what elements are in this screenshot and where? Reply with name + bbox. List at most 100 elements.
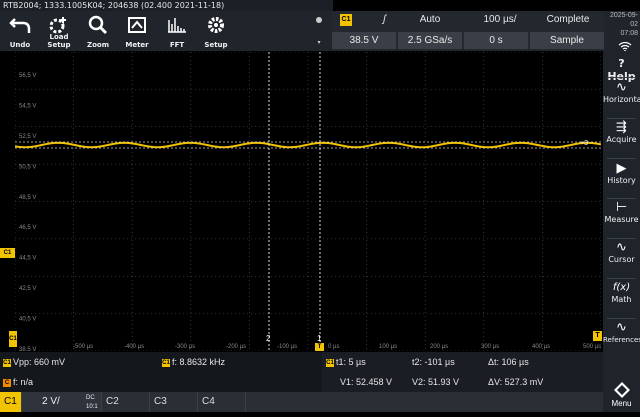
trigger-mode[interactable]: Auto [408, 11, 452, 28]
ch1-ground-marker[interactable]: C1 [0, 248, 15, 258]
cursor-readout[interactable]: C1 t1: 5 µs t2: -101 µs Δt: 106 µs V1: 52… [322, 352, 603, 392]
acquire-button[interactable]: ⇶ Acquire [603, 120, 640, 145]
y-axis-label: 54,5 V [19, 103, 36, 109]
cursor-button[interactable]: ∿ Cursor [603, 241, 640, 265]
references-button[interactable]: ∿ References [603, 320, 640, 345]
channel-c1-tab[interactable]: C1 [0, 392, 22, 412]
load-setup-button[interactable]: Load Setup [38, 11, 80, 51]
history-label: History [607, 176, 636, 185]
y-axis-label: 38,5 V [19, 347, 36, 351]
math-button[interactable]: f(x) Math [603, 281, 640, 304]
toolbar-scroll-indicator[interactable]: ▾ [315, 15, 323, 49]
trigger-panel[interactable]: C1 ʃ Auto 100 µs/ Complete 38.5 V 2.5 GS… [332, 11, 604, 51]
history-icon: ▶ [616, 161, 627, 176]
measure-label: Measure [604, 215, 639, 224]
cursor-dv: ΔV: 527.3 mV [488, 377, 544, 387]
cursor-label: Cursor [608, 255, 635, 264]
zoom-icon [88, 15, 108, 35]
y-axis-label: 48,5 V [19, 195, 36, 201]
menu-button[interactable]: Menu [603, 380, 640, 412]
meter-icon [128, 17, 146, 33]
x-axis-label: -200 µs [226, 344, 246, 350]
fft-button[interactable]: FFT [157, 11, 197, 51]
measure-icon: ⊢ [615, 200, 628, 215]
y-axis-label: 46,5 V [19, 225, 36, 231]
measurement-panel: C1 Vpp: 660 mV C1 f: 8.8632 kHz Cf: n/a C1… [0, 352, 603, 392]
math-label: Math [611, 295, 632, 304]
grid-svg: 56,5 V 54,5 V 52,5 V 50,5 V 48,5 V 46,5 V 44,5… [15, 52, 601, 351]
x-axis-label: 400 µs [532, 344, 550, 350]
trigger-source-badge[interactable]: C1 [340, 14, 352, 26]
title-bar: RTB2004; 1333.1005K04; 204638 (02.400 20… [0, 0, 333, 11]
trigger-position-marker[interactable]: T [315, 343, 324, 351]
time: 07:08 [620, 30, 638, 37]
horizontal-icon: ∿ [616, 80, 627, 95]
toolbar: Undo Load Setup Zoom Meter FFT Setup ▾ [0, 11, 332, 51]
load-setup-label: Load Setup [47, 33, 71, 49]
y-axis-label: 56,5 V [19, 73, 36, 79]
meter-button[interactable]: Meter [117, 11, 157, 51]
fft-icon [168, 18, 186, 33]
y-axis-label: 44,5 V [19, 256, 36, 262]
measurement-vpp[interactable]: C1 Vpp: 660 mV [3, 356, 65, 368]
cursor-t1: C1 t1: 5 µs [326, 357, 366, 367]
acquire-icon: ⇶ [616, 120, 627, 135]
ch-orange-chip-icon: C [3, 378, 11, 387]
ch1-level-marker[interactable]: C1 [9, 331, 17, 347]
x-axis-label: 300 µs [481, 344, 499, 350]
x-axis-label: 500 µs [583, 344, 601, 350]
x-axis-labels: -500 µs -400 µs -300 µs -200 µs -100 µs 0 µs 1… [73, 344, 601, 350]
rohde-schwarz-logo-icon [613, 382, 630, 398]
fft-label: FFT [169, 41, 185, 49]
cursor-t2: t2: -101 µs [412, 357, 455, 367]
acquisition-state[interactable]: Complete [532, 11, 604, 28]
horizontal-button[interactable]: ∿ Horizontal [603, 80, 640, 105]
history-button[interactable]: ▶ History [603, 161, 640, 186]
cursor-1-marker[interactable]: 1 [317, 334, 321, 343]
x-axis-label: -500 µs [73, 344, 93, 350]
meter-label: Meter [125, 41, 149, 49]
timebase[interactable]: 100 µs/ [472, 11, 528, 28]
setup-button[interactable]: Setup [196, 11, 236, 51]
undo-button[interactable]: Undo [0, 11, 40, 51]
cursor-2-marker[interactable]: 2 [266, 334, 270, 343]
references-icon: ∿ [616, 320, 627, 335]
menu-label: Menu [611, 399, 632, 408]
zoom-button[interactable]: Zoom [78, 11, 118, 51]
x-axis-label: 100 µs [379, 344, 397, 350]
measurement-frequency[interactable]: C1 f: 8.8632 kHz [162, 356, 225, 368]
channel-c2-tab[interactable]: C2 [102, 392, 150, 412]
setup-label: Setup [204, 41, 228, 49]
references-label: References [603, 336, 640, 344]
horizontal-position[interactable]: 0 s [464, 32, 528, 49]
trigger-level[interactable]: 38.5 V [332, 32, 396, 49]
horizontal-label: Horizontal [603, 95, 640, 104]
math-icon: f(x) [612, 282, 631, 293]
ch1-chip-icon: C1 [326, 358, 334, 367]
acquire-label: Acquire [606, 135, 637, 144]
x-axis-label: -400 µs [124, 344, 144, 350]
side-menu: ? Help ∿ Horizontal ⇶ Acquire ▶ History … [603, 51, 640, 412]
trigger-slope[interactable]: ʃ [362, 11, 407, 28]
y-axis-label: 40,5 V [19, 317, 36, 323]
cursor-level-right-marker: +3 [580, 140, 588, 147]
y-axis-labels: 56,5 V 54,5 V 52,5 V 50,5 V 48,5 V 46,5 V 44,5… [19, 73, 36, 351]
channel-c1-scale[interactable]: 2 V/ DC 10:1 [22, 392, 102, 412]
x-axis-label: -100 µs [277, 344, 297, 350]
date: 2025-09-02 [609, 12, 638, 28]
sample-rate[interactable]: 2.5 GSa/s [398, 32, 462, 49]
acquisition-mode[interactable]: Sample [530, 32, 604, 49]
measurement-frequency-2[interactable]: Cf: n/a [3, 376, 33, 388]
waveform-display[interactable]: 56,5 V 54,5 V 52,5 V 50,5 V 48,5 V 46,5 V 44,5… [15, 52, 601, 351]
channel-c3-tab[interactable]: C3 [150, 392, 198, 412]
measure-button[interactable]: ⊢ Measure [603, 200, 640, 225]
cursor-dt: Δt: 106 µs [488, 357, 529, 367]
undo-label: Undo [9, 41, 31, 49]
setup-icon [208, 17, 224, 33]
ch1-chip-icon: C1 [3, 358, 11, 367]
channel-c4-tab[interactable]: C4 [198, 392, 246, 412]
ch1-chip-icon: C1 [162, 358, 170, 367]
y-axis-label: 52,5 V [19, 134, 36, 140]
trigger-level-right-marker[interactable]: T [593, 331, 602, 341]
cursor-v1: V1: 52.458 V [340, 377, 393, 387]
